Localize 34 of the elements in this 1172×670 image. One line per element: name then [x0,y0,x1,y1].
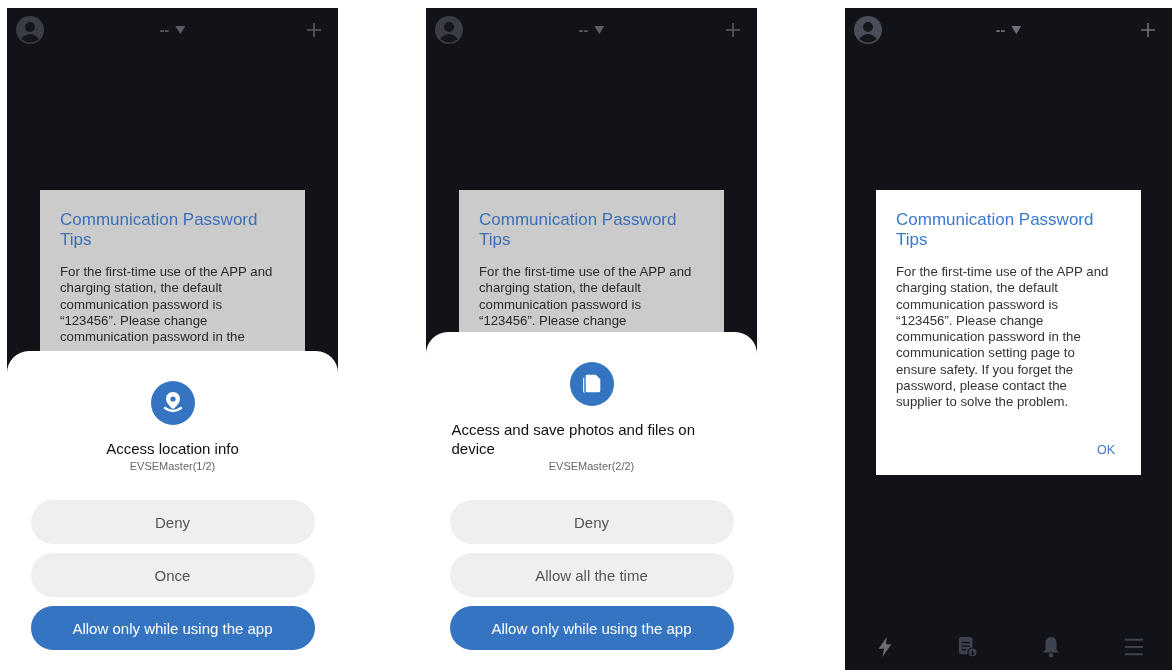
files-icon [569,362,614,406]
dropdown-icon[interactable] [1011,26,1022,34]
device-selector[interactable]: -- [995,22,1006,38]
document-icon[interactable] [958,636,978,658]
bell-icon[interactable] [1041,636,1061,658]
location-pin-icon [150,381,195,425]
option-button[interactable]: Once [30,553,315,597]
add-icon[interactable] [1141,23,1155,37]
avatar-icon[interactable] [16,16,44,44]
menu-icon[interactable] [1124,636,1144,658]
permission-title: Access location info [106,439,239,458]
dialog-title: Communication Password Tips [896,210,1095,250]
option-button[interactable]: Deny [30,500,315,544]
dialog-message: For the first-time use of the APP and charging station, the default communication password is “123456”. Please change communication password in the communication setting page to ensure safety. If you forget the password, please contact the supplier to solve the problem. [896,264,1110,411]
dropdown-icon[interactable] [175,26,186,34]
ok-button[interactable]: OK [1090,438,1121,461]
add-icon[interactable] [307,23,321,37]
dialog-message: For the first-time use of the APP and charging station, the default communication password is “123456”. Please change communication password in the [60,264,274,346]
option-button[interactable]: Allow all the time [449,553,734,597]
dialog-title: Communication Password Tips [479,210,678,250]
dialog-message: For the first-time use of the APP and charging station, the default communication password is “123456”. Please change [479,264,693,330]
dialog-title: Communication Password Tips [60,210,259,250]
permission-title: Access and save photos and files on device [451,420,696,458]
avatar-icon[interactable] [435,16,463,44]
app-name: EVSEMaster(1/2) [129,460,216,472]
option-button[interactable]: Deny [449,500,734,544]
add-icon[interactable] [726,23,740,37]
device-selector[interactable]: -- [159,22,170,38]
app-name: EVSEMaster(2/2) [548,460,635,472]
dropdown-icon[interactable] [594,26,605,34]
avatar-icon[interactable] [854,16,882,44]
allow-button[interactable]: Allow only while using the app [30,606,315,650]
device-selector[interactable]: -- [578,22,589,38]
allow-button[interactable]: Allow only while using the app [449,606,734,650]
